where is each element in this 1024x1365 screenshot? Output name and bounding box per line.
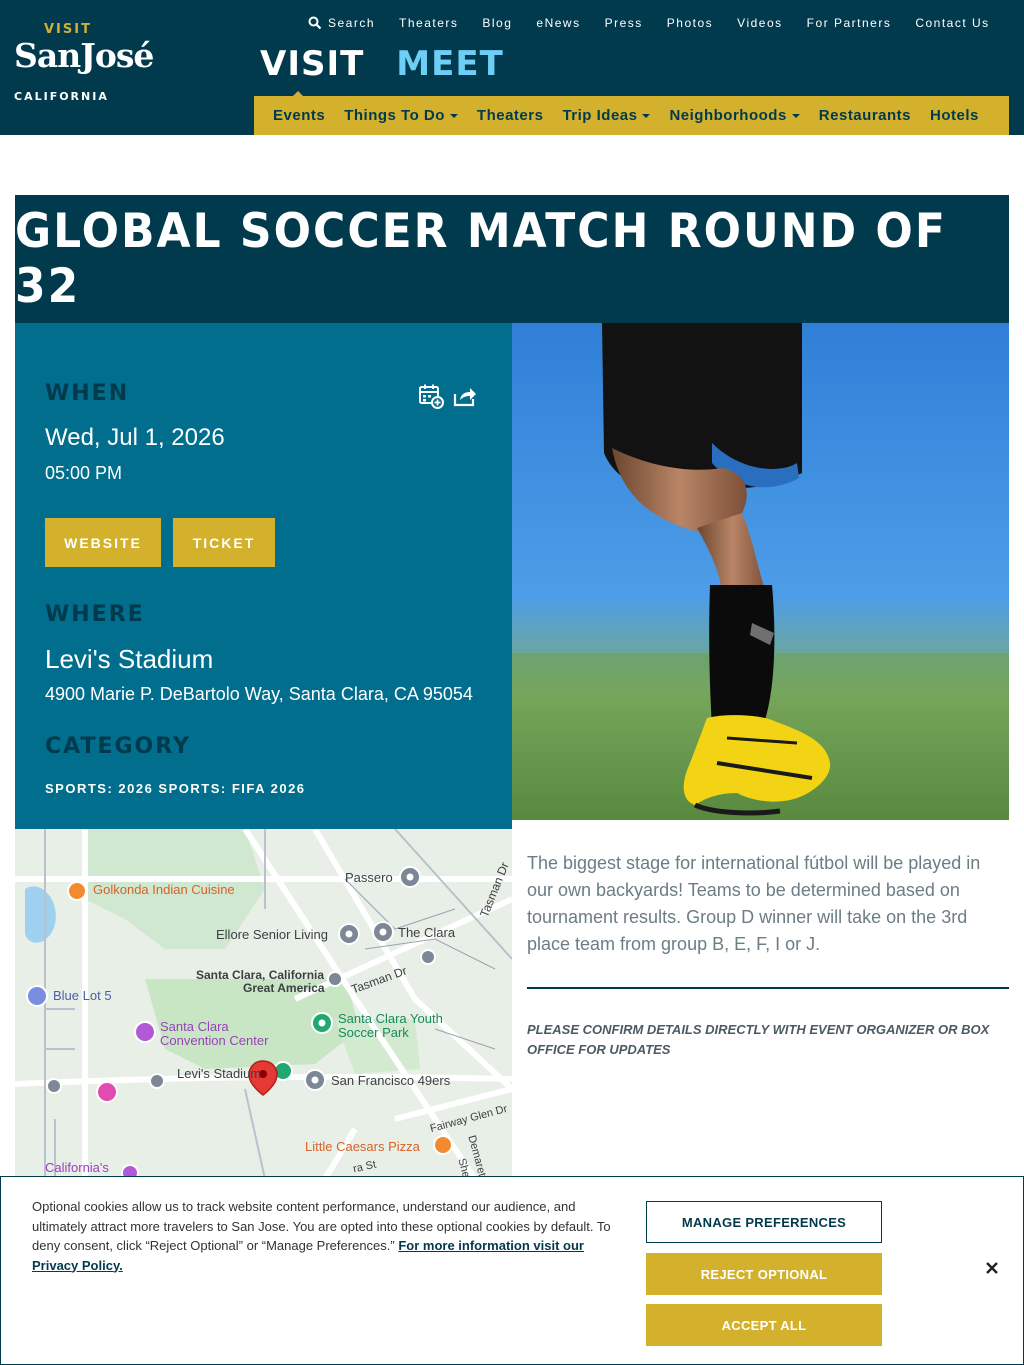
main-nav-restaurants[interactable]: Restaurants	[819, 107, 911, 124]
tab-visit[interactable]: VISIT	[260, 44, 365, 103]
event-time: 05:00 PM	[45, 463, 123, 483]
map-label-golkonda: Golkonda Indian Cuisine	[93, 882, 235, 897]
map-label-youth-soccer-1: Santa Clara Youth	[338, 1011, 443, 1026]
tab-meet-label: MEET	[396, 44, 504, 84]
confirm-details-note: Please confirm details directly with eve…	[527, 1022, 990, 1057]
event-title-band: Global Soccer Match Round of 32	[15, 195, 1009, 323]
site-header: VISIT SanJosé CALIFORNIA Search Theaters…	[0, 0, 1024, 135]
main-nav-events-label: Events	[273, 107, 326, 124]
map-label-49ers: San Francisco 49ers	[331, 1073, 451, 1088]
map-label-little-caesars: Little Caesars Pizza	[305, 1139, 420, 1154]
utility-link-videos[interactable]: Videos	[737, 16, 782, 30]
logo-california-text: CALIFORNIA	[14, 90, 109, 103]
main-nav-theaters[interactable]: Theaters	[477, 107, 544, 124]
tab-visit-label: VISIT	[260, 44, 365, 84]
map-label-convention-2: Convention Center	[160, 1033, 269, 1048]
manage-preferences-button[interactable]: Manage Preferences	[646, 1201, 882, 1243]
main-nav-restaurants-label: Restaurants	[818, 107, 911, 124]
utility-link-blog[interactable]: Blog	[482, 16, 512, 30]
utility-nav: Search Theaters Blog eNews Press Photos …	[308, 14, 1014, 32]
audience-tabs: VISIT MEET	[260, 44, 504, 103]
main-nav-neighborhoods-label: Neighborhoods	[669, 107, 787, 124]
main-nav-theaters-label: Theaters	[476, 107, 544, 124]
event-description: The biggest stage for international fútb…	[527, 853, 981, 954]
map-label-passero: Passero	[345, 870, 393, 885]
close-icon[interactable]	[983, 1259, 1001, 1277]
dropdown-caret-icon	[642, 113, 651, 118]
when-label: When	[45, 381, 130, 406]
event-title: Global Soccer Match Round of 32	[15, 203, 947, 315]
venue-map[interactable]: Golkonda Indian Cuisine Passero Ellore S…	[15, 829, 512, 1179]
main-nav-trip-ideas-label: Trip Ideas	[562, 107, 638, 124]
divider	[527, 987, 1009, 989]
main-nav-neighborhoods[interactable]: Neighborhoods	[669, 107, 800, 124]
main-nav-hotels-label: Hotels	[930, 107, 979, 124]
utility-link-photos[interactable]: Photos	[667, 16, 713, 30]
dropdown-caret-icon	[449, 113, 458, 118]
map-label-levis-stadium: Levi's Stadium	[177, 1066, 262, 1081]
event-categories: Sports: 2026 Sports: FIFA 2026	[45, 781, 306, 796]
event-info-panel: When Wed, Jul 1, 2026 05:00 PM Website T…	[15, 323, 512, 829]
map-label-californias: California's	[45, 1160, 109, 1175]
cookie-text: Optional cookies allow us to track websi…	[32, 1197, 622, 1275]
category-label: Category	[45, 734, 191, 759]
logo-visit-text: VISIT	[44, 22, 92, 37]
main-nav-trip-ideas[interactable]: Trip Ideas	[562, 107, 651, 124]
map-label-youth-soccer-2: Soccer Park	[338, 1025, 409, 1040]
utility-link-theaters[interactable]: Theaters	[399, 16, 458, 30]
visit-san-jose-logo[interactable]: VISIT SanJosé CALIFORNIA	[14, 22, 154, 108]
event-photo-soccer-player	[512, 323, 1009, 820]
accept-all-button[interactable]: Accept All	[646, 1304, 882, 1346]
utility-link-press[interactable]: Press	[605, 16, 643, 30]
utility-link-enews[interactable]: eNews	[536, 16, 580, 30]
map-label-blue-lot-5: Blue Lot 5	[53, 988, 112, 1003]
map-label-great-america: Great America	[243, 981, 325, 995]
tab-meet[interactable]: MEET	[396, 44, 503, 90]
event-date: Wed, Jul 1, 2026	[45, 424, 225, 451]
dropdown-caret-icon	[791, 113, 800, 118]
search-label: Search	[328, 16, 376, 30]
where-label: Where	[45, 602, 145, 627]
share-icon[interactable]	[452, 383, 478, 409]
logo-san-jose-text: SanJosé	[14, 36, 154, 75]
venue-name: Levi's Stadium	[45, 644, 214, 674]
page: VISIT SanJosé CALIFORNIA Search Theaters…	[0, 0, 1024, 1365]
main-nav: Events Things To Do Theaters Trip Ideas …	[254, 96, 1009, 135]
map-label-santa-clara-ca: Santa Clara, California	[196, 968, 325, 982]
reject-optional-button[interactable]: Reject Optional	[646, 1253, 882, 1295]
main-nav-events[interactable]: Events	[273, 107, 325, 124]
website-button[interactable]: Website	[45, 518, 161, 567]
utility-link-contact-us[interactable]: Contact Us	[915, 16, 989, 30]
soccer-player-illustration	[512, 323, 1009, 820]
map-label-ellore: Ellore Senior Living	[216, 927, 329, 942]
venue-address: 4900 Marie P. DeBartolo Way, Santa Clara…	[45, 684, 473, 704]
utility-link-for-partners[interactable]: For Partners	[807, 16, 892, 30]
map-label-the-clara: The Clara	[398, 925, 456, 940]
search-link[interactable]: Search	[308, 16, 375, 30]
ticket-button[interactable]: Ticket	[173, 518, 275, 567]
search-icon	[308, 16, 322, 30]
map-label-convention-1: Santa Clara	[160, 1019, 229, 1034]
main-nav-hotels[interactable]: Hotels	[930, 107, 979, 124]
main-nav-things-to-do-label: Things To Do	[344, 107, 445, 124]
cookie-consent-banner: Optional cookies allow us to track websi…	[0, 1176, 1024, 1365]
main-nav-things-to-do[interactable]: Things To Do	[344, 107, 458, 124]
add-to-calendar-icon[interactable]	[418, 383, 444, 409]
